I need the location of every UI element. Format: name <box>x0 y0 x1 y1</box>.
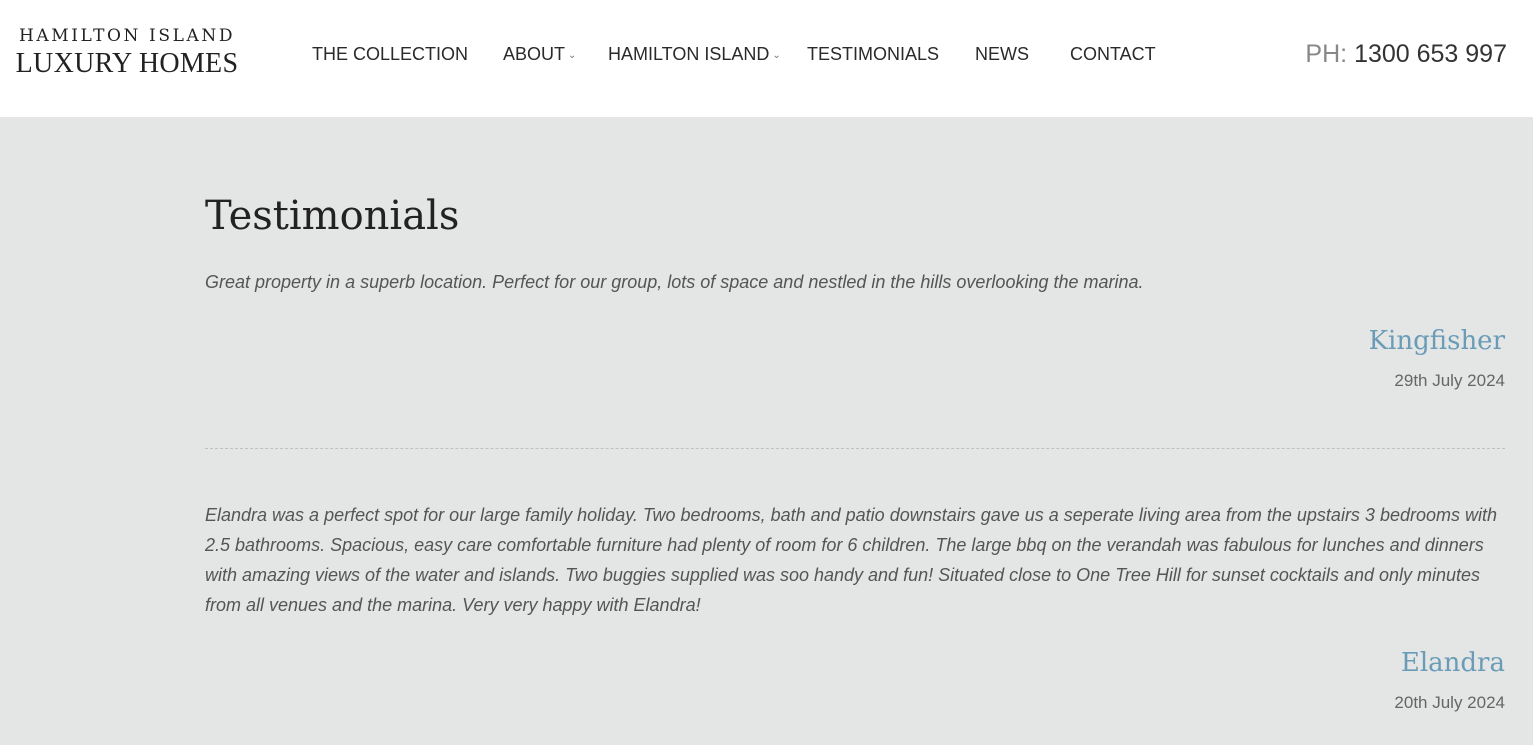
nav-item-contact[interactable]: CONTACT <box>1070 42 1156 66</box>
logo-bottom-line: LUXURY HOMES <box>15 48 239 79</box>
nav-item-hamilton-island[interactable]: HAMILTON ISLAND ⌄ <box>608 42 781 68</box>
phone-prefix: PH: <box>1305 40 1348 68</box>
testimonial-quote: Elandra was a perfect spot for our large… <box>205 505 1498 615</box>
phone-number-value: 1300 653 997 <box>1354 40 1507 68</box>
nav-item-testimonials[interactable]: TESTIMONIALS <box>807 42 939 66</box>
nav-item-label: TESTIMONIALS <box>807 44 940 64</box>
testimonial-date: 20th July 2024 <box>1394 693 1505 712</box>
phone-number[interactable]: PH: 1300 653 997 <box>1305 39 1507 69</box>
nav-item-label: HAMILTON ISLAND <box>608 44 770 64</box>
page-title: Testimonials <box>205 193 460 239</box>
site-header: HAMILTON ISLAND LUXURY HOMES THE COLLECT… <box>0 0 1533 117</box>
nav-item-label: ABOUT <box>503 44 566 64</box>
logo-top-line: HAMILTON ISLAND <box>18 26 236 46</box>
nav-item-label: NEWS <box>975 44 1029 64</box>
testimonial-author: Elandra <box>1400 648 1505 678</box>
testimonial-quote: Great property in a superb location. Per… <box>205 272 1144 292</box>
nav-item-news[interactable]: NEWS <box>975 42 1029 66</box>
chevron-down-icon: ⌄ <box>568 50 577 61</box>
nav-item-label: THE COLLECTION <box>312 44 469 64</box>
nav-item-label: CONTACT <box>1070 44 1156 64</box>
chevron-down-icon: ⌄ <box>772 50 781 61</box>
testimonial-item: Great property in a superb location. Per… <box>205 267 1505 390</box>
nav-item-about[interactable]: ABOUT ⌄ <box>503 42 576 68</box>
testimonial-date: 29th July 2024 <box>1394 371 1505 390</box>
testimonial-divider <box>205 448 1505 449</box>
testimonial-author: Kingfisher <box>1368 326 1505 356</box>
testimonial-item: Elandra was a perfect spot for our large… <box>205 500 1505 712</box>
nav-item-the-collection[interactable]: THE COLLECTION <box>312 42 468 66</box>
site-logo[interactable]: HAMILTON ISLAND LUXURY HOMES <box>14 26 240 82</box>
